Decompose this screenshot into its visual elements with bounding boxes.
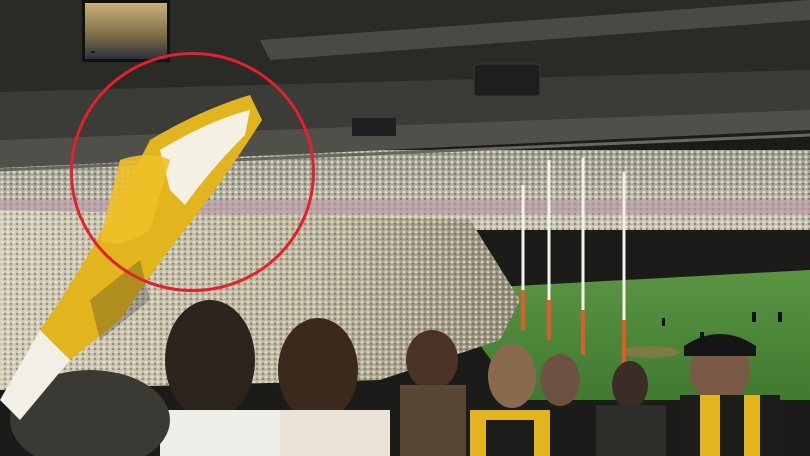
- red-annotation-circle: [70, 52, 315, 292]
- speaker-icon: [473, 63, 541, 97]
- tv-scoreboard: [91, 51, 95, 53]
- tv-screen-icon: [82, 0, 170, 62]
- stadium-photo: [0, 0, 810, 456]
